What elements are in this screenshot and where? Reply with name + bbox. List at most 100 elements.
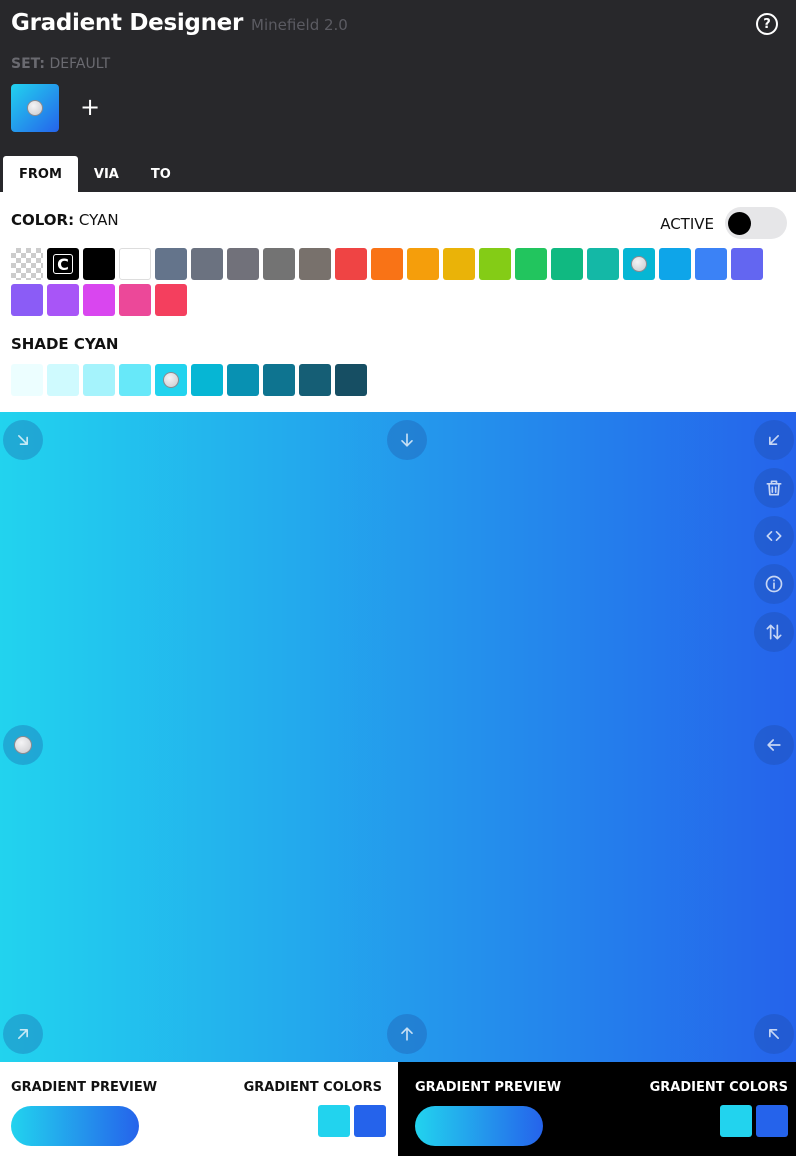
arrow-up-icon [401, 1027, 413, 1041]
help-icon[interactable]: ? [756, 13, 778, 35]
current-color-glyph: C [53, 254, 73, 274]
shade-swatch[interactable] [47, 364, 79, 396]
arrow-down-right-icon [18, 435, 28, 445]
color-palette: C [11, 248, 771, 316]
toggle-knob [728, 212, 751, 235]
from-color-chip [720, 1105, 752, 1137]
color-label: COLOR: CYAN [11, 211, 119, 229]
gradient-colors-label: GRADIENT COLORS [649, 1080, 788, 1095]
shade-swatch[interactable] [83, 364, 115, 396]
code-icon [766, 531, 782, 541]
selected-dot-icon [631, 256, 647, 272]
set-value: DEFAULT [49, 56, 111, 72]
shade-swatch[interactable] [11, 364, 43, 396]
shade-swatch[interactable] [119, 364, 151, 396]
from-color-chip [318, 1105, 350, 1137]
active-label: ACTIVE [660, 215, 714, 233]
info-button[interactable] [754, 564, 794, 604]
trash-icon [766, 480, 782, 496]
set-key: SET: [11, 56, 46, 72]
color-swatch-black[interactable] [83, 248, 115, 280]
shade-palette [11, 364, 367, 396]
gradient-color-chips [720, 1105, 788, 1137]
color-swatch-white[interactable] [119, 248, 151, 280]
app-title: Gradient Designer [11, 10, 244, 36]
color-swatch-transparent[interactable] [11, 248, 43, 280]
direction-bottom-button[interactable] [387, 420, 427, 460]
color-panel: COLOR: CYAN ACTIVE C SHADE CYAN [0, 192, 796, 412]
color-value: CYAN [78, 211, 119, 229]
shade-swatch[interactable] [263, 364, 295, 396]
gradient-canvas [0, 412, 796, 1062]
color-swatch-slate[interactable] [155, 248, 187, 280]
color-swatch-indigo[interactable] [731, 248, 763, 280]
arrows-up-down-icon [766, 624, 782, 640]
selected-dot-icon [14, 736, 32, 754]
shade-swatch[interactable] [299, 364, 331, 396]
color-swatch-stone[interactable] [299, 248, 331, 280]
color-swatch-cyan[interactable] [623, 248, 655, 280]
color-swatch-pink[interactable] [119, 284, 151, 316]
arrow-down-icon [401, 433, 413, 447]
info-icon [765, 575, 783, 593]
color-swatch-neutral[interactable] [263, 248, 295, 280]
selected-dot-icon [27, 100, 43, 116]
stop-tabs: FROM VIA TO [3, 156, 187, 192]
color-swatch-purple[interactable] [47, 284, 79, 316]
arrow-up-left-icon [769, 1029, 779, 1039]
color-swatch-orange[interactable] [371, 248, 403, 280]
shade-label: SHADE CYAN [11, 335, 119, 353]
gradient-preview-pill [415, 1106, 543, 1146]
gradient-preview-label: GRADIENT PREVIEW [415, 1080, 562, 1095]
arrow-up-right-icon [18, 1029, 28, 1039]
to-color-chip [354, 1105, 386, 1137]
direction-top-button[interactable] [387, 1014, 427, 1054]
color-swatch-yellow[interactable] [443, 248, 475, 280]
color-swatch-violet[interactable] [11, 284, 43, 316]
selected-dot-icon [163, 372, 179, 388]
color-key: COLOR: [11, 211, 75, 229]
shade-swatch[interactable] [227, 364, 259, 396]
color-swatch-sky[interactable] [659, 248, 691, 280]
active-toggle[interactable] [725, 207, 787, 239]
color-swatch-emerald[interactable] [551, 248, 583, 280]
color-swatch-teal[interactable] [587, 248, 619, 280]
color-swatch-zinc[interactable] [227, 248, 259, 280]
color-swatch-fuchsia[interactable] [83, 284, 115, 316]
direction-right-button[interactable] [3, 725, 43, 765]
shade-swatch[interactable] [155, 364, 187, 396]
set-indicator: SET: DEFAULT [11, 56, 110, 72]
tab-from[interactable]: FROM [3, 156, 78, 192]
color-swatch-blue[interactable] [695, 248, 727, 280]
direction-bottom-left-button[interactable] [754, 420, 794, 460]
direction-top-left-button[interactable] [754, 1014, 794, 1054]
shade-swatch[interactable] [335, 364, 367, 396]
add-set-button[interactable]: + [80, 95, 100, 119]
delete-button[interactable] [754, 468, 794, 508]
color-swatch-gray[interactable] [191, 248, 223, 280]
color-swatch-green[interactable] [515, 248, 547, 280]
direction-top-right-button[interactable] [3, 1014, 43, 1054]
arrow-left-icon [767, 739, 781, 751]
to-color-chip [756, 1105, 788, 1137]
title-row: Gradient Designer Minefield 2.0 [11, 10, 348, 36]
preview-dark: GRADIENT PREVIEW GRADIENT COLORS [398, 1062, 796, 1156]
color-swatch-current[interactable]: C [47, 248, 79, 280]
tab-via[interactable]: VIA [78, 156, 135, 192]
direction-left-button[interactable] [754, 725, 794, 765]
gradient-preview-label: GRADIENT PREVIEW [11, 1080, 158, 1095]
color-swatch-rose[interactable] [155, 284, 187, 316]
shade-swatch[interactable] [191, 364, 223, 396]
tab-to[interactable]: TO [135, 156, 187, 192]
app-subtitle: Minefield 2.0 [251, 16, 348, 34]
gradient-colors-label: GRADIENT COLORS [243, 1080, 382, 1095]
gradient-color-chips [318, 1105, 386, 1137]
swap-button[interactable] [754, 612, 794, 652]
gradient-set-thumbnail[interactable] [11, 84, 59, 132]
color-swatch-lime[interactable] [479, 248, 511, 280]
color-swatch-amber[interactable] [407, 248, 439, 280]
color-swatch-red[interactable] [335, 248, 367, 280]
gradient-preview-pill [11, 1106, 139, 1146]
code-button[interactable] [754, 516, 794, 556]
direction-bottom-right-button[interactable] [3, 420, 43, 460]
